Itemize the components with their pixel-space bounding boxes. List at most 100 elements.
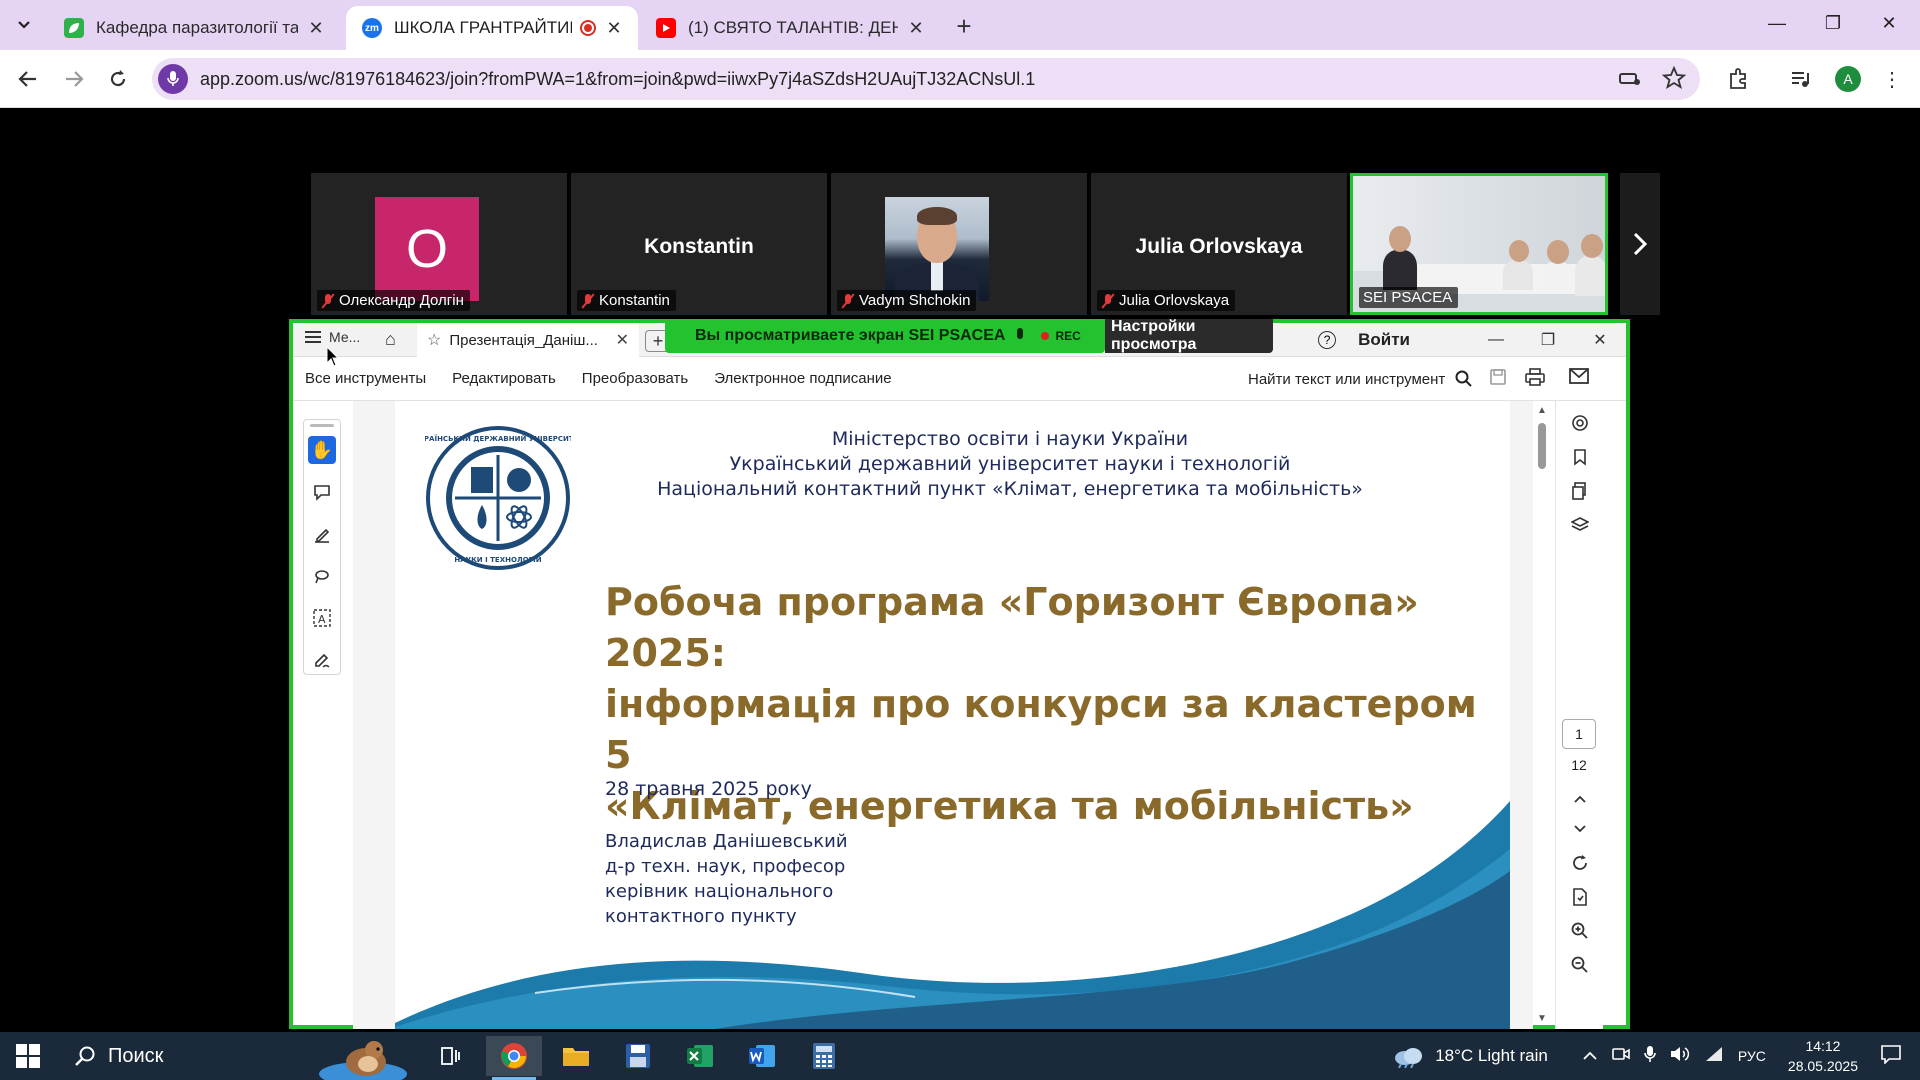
restore-window-button[interactable]: ❐ (1810, 8, 1856, 38)
menu-all-tools[interactable]: Все инструменты (305, 370, 426, 387)
weather-cloud-icon[interactable] (1391, 1044, 1425, 1068)
weather-text[interactable]: 18°C Light rain (1435, 1046, 1548, 1066)
close-tab-icon[interactable]: ✕ (906, 18, 926, 38)
taskbar-clock[interactable]: 14:12 28.05.2025 (1788, 1036, 1858, 1076)
bookmark-star-icon[interactable] (1662, 66, 1686, 90)
speaker-icon[interactable] (1670, 1046, 1690, 1067)
rotate-icon[interactable] (1568, 851, 1592, 875)
close-window-button[interactable]: ✕ (1574, 330, 1626, 350)
tab-search-button[interactable] (10, 12, 38, 38)
menu-convert[interactable]: Преобразовать (582, 370, 688, 387)
password-key-icon[interactable] (1618, 66, 1642, 90)
participant-name-label: Vadym Shchokin (837, 290, 977, 311)
file-explorer-icon[interactable] (548, 1036, 604, 1076)
scroll-down-icon[interactable]: ▼ (1537, 1013, 1547, 1024)
close-tab-icon[interactable]: ✕ (616, 330, 629, 350)
menu-edit[interactable]: Редактировать (452, 370, 556, 387)
highlight-pen-icon[interactable] (308, 520, 336, 548)
forward-button[interactable] (58, 63, 90, 95)
browser-tab-active[interactable]: zm ШКОЛА ГРАНТРАЙТИНГУ: ✕ (346, 6, 638, 50)
home-icon[interactable]: ⌂ (385, 329, 396, 350)
browser-tab[interactable]: Кафедра паразитології та вете ✕ (48, 6, 340, 50)
hand-tool-icon[interactable]: ✋ (308, 436, 336, 464)
participant-tile[interactable]: Vadym Shchokin (831, 173, 1087, 315)
acrobat-document-tab[interactable]: ☆ Презентація_Даніш... ✕ (417, 323, 639, 357)
participant-tile-active-speaker[interactable]: SEI PSACEA (1350, 173, 1608, 315)
meet-now-icon[interactable] (1612, 1046, 1630, 1067)
document-viewport[interactable]: УКРАЇНСЬКИЙ ДЕРЖАВНИЙ УНІВЕРСИТЕТ НАУКИ … (353, 401, 1533, 1029)
windows-start-icon[interactable] (16, 1044, 40, 1068)
otter-search-highlight-icon (319, 1041, 407, 1080)
address-bar[interactable]: app.zoom.us/wc/81976184623/join?fromPWA=… (152, 58, 1700, 100)
slide-date: 28 травня 2025 року (605, 778, 812, 800)
microphone-icon[interactable] (158, 64, 188, 94)
browser-menu-icon[interactable]: ⋮ (1876, 63, 1908, 95)
calculator-app-icon[interactable] (796, 1036, 852, 1076)
acrobat-menu-button[interactable]: Ме... (305, 329, 360, 345)
zoom-in-icon[interactable] (1568, 919, 1592, 943)
muted-mic-icon (581, 293, 595, 309)
tab-title: ШКОЛА ГРАНТРАЙТИНГУ: (394, 18, 572, 37)
arrow-right-icon (66, 71, 84, 87)
save-icon[interactable] (1489, 368, 1507, 391)
minimize-window-button[interactable]: — (1470, 331, 1522, 349)
text-select-icon[interactable]: A (308, 604, 336, 632)
comment-tool-icon[interactable] (308, 478, 336, 506)
close-tab-icon[interactable]: ✕ (306, 18, 326, 38)
slide-page: УКРАЇНСЬКИЙ ДЕРЖАВНИЙ УНІВЕРСИТЕТ НАУКИ … (395, 401, 1510, 1029)
save-app-icon[interactable] (610, 1036, 666, 1076)
notifications-icon[interactable] (1880, 1044, 1902, 1069)
page-extract-icon[interactable] (1568, 885, 1592, 909)
microphone-icon (1015, 328, 1025, 344)
task-view-icon[interactable] (422, 1036, 478, 1076)
media-controls-icon[interactable] (1784, 63, 1816, 95)
participant-tile[interactable]: Konstantin Konstantin (571, 173, 827, 315)
find-tool-search[interactable]: Найти текст или инструмент (1248, 370, 1473, 388)
view-settings-button[interactable]: Настройки просмотра (1105, 318, 1273, 353)
microphone-icon[interactable] (1644, 1045, 1656, 1068)
close-tab-icon[interactable]: ✕ (604, 18, 624, 38)
vertical-scrollbar[interactable]: ▲ ▼ (1535, 405, 1549, 1025)
help-icon[interactable]: ? (1318, 331, 1337, 349)
page-down-icon[interactable] (1568, 817, 1592, 841)
ai-assistant-icon[interactable] (1568, 411, 1592, 435)
layers-icon[interactable] (1568, 513, 1592, 537)
back-button[interactable] (12, 63, 44, 95)
excel-app-icon[interactable] (672, 1036, 728, 1076)
chrome-app-icon[interactable] (486, 1036, 542, 1080)
page-up-icon[interactable] (1568, 787, 1592, 811)
reload-button[interactable] (102, 63, 134, 95)
extensions-icon[interactable] (1722, 63, 1754, 95)
document-tab-title: Презентація_Даніш... (449, 331, 598, 349)
login-button[interactable]: Войти (1358, 330, 1410, 350)
wifi-icon[interactable] (1704, 1046, 1724, 1067)
email-icon[interactable] (1569, 368, 1589, 389)
bookmarks-icon[interactable] (1568, 445, 1592, 469)
new-tab-button[interactable]: + (950, 11, 978, 41)
sign-tool-icon[interactable] (308, 646, 336, 674)
gallery-next-button[interactable] (1620, 173, 1660, 315)
chevron-up-icon[interactable] (1582, 1046, 1598, 1066)
pages-thumbnails-icon[interactable] (1568, 479, 1592, 503)
participant-tile[interactable]: Julia Orlovskaya Julia Orlovskaya (1091, 173, 1347, 315)
search-icon (1455, 370, 1473, 387)
restore-window-button[interactable]: ❐ (1522, 330, 1574, 350)
scrollbar-thumb[interactable] (1538, 423, 1546, 469)
minimize-window-button[interactable]: — (1754, 8, 1800, 38)
scroll-up-icon[interactable]: ▲ (1537, 405, 1547, 416)
draw-freehand-icon[interactable] (308, 562, 336, 590)
menu-esign[interactable]: Электронное подписание (714, 370, 891, 387)
system-tray: 18°C Light rain РУС 14:12 28.05.2025 (1391, 1032, 1920, 1080)
star-icon[interactable]: ☆ (427, 330, 441, 350)
zoom-out-icon[interactable] (1568, 953, 1592, 977)
print-icon[interactable] (1525, 368, 1545, 391)
hamburger-icon (305, 331, 321, 343)
word-app-icon[interactable] (734, 1036, 790, 1076)
current-page-field[interactable]: 1 (1562, 719, 1596, 749)
participant-tile[interactable]: O Олександр Долгін (311, 173, 567, 315)
close-window-button[interactable]: ✕ (1866, 8, 1912, 38)
participant-photo (885, 197, 989, 301)
browser-tab[interactable]: (1) СВЯТО ТАЛАНТІВ: ДЕНЬ ДР ✕ (640, 6, 940, 50)
profile-avatar[interactable]: A (1832, 63, 1864, 95)
language-indicator[interactable]: РУС (1738, 1048, 1766, 1064)
